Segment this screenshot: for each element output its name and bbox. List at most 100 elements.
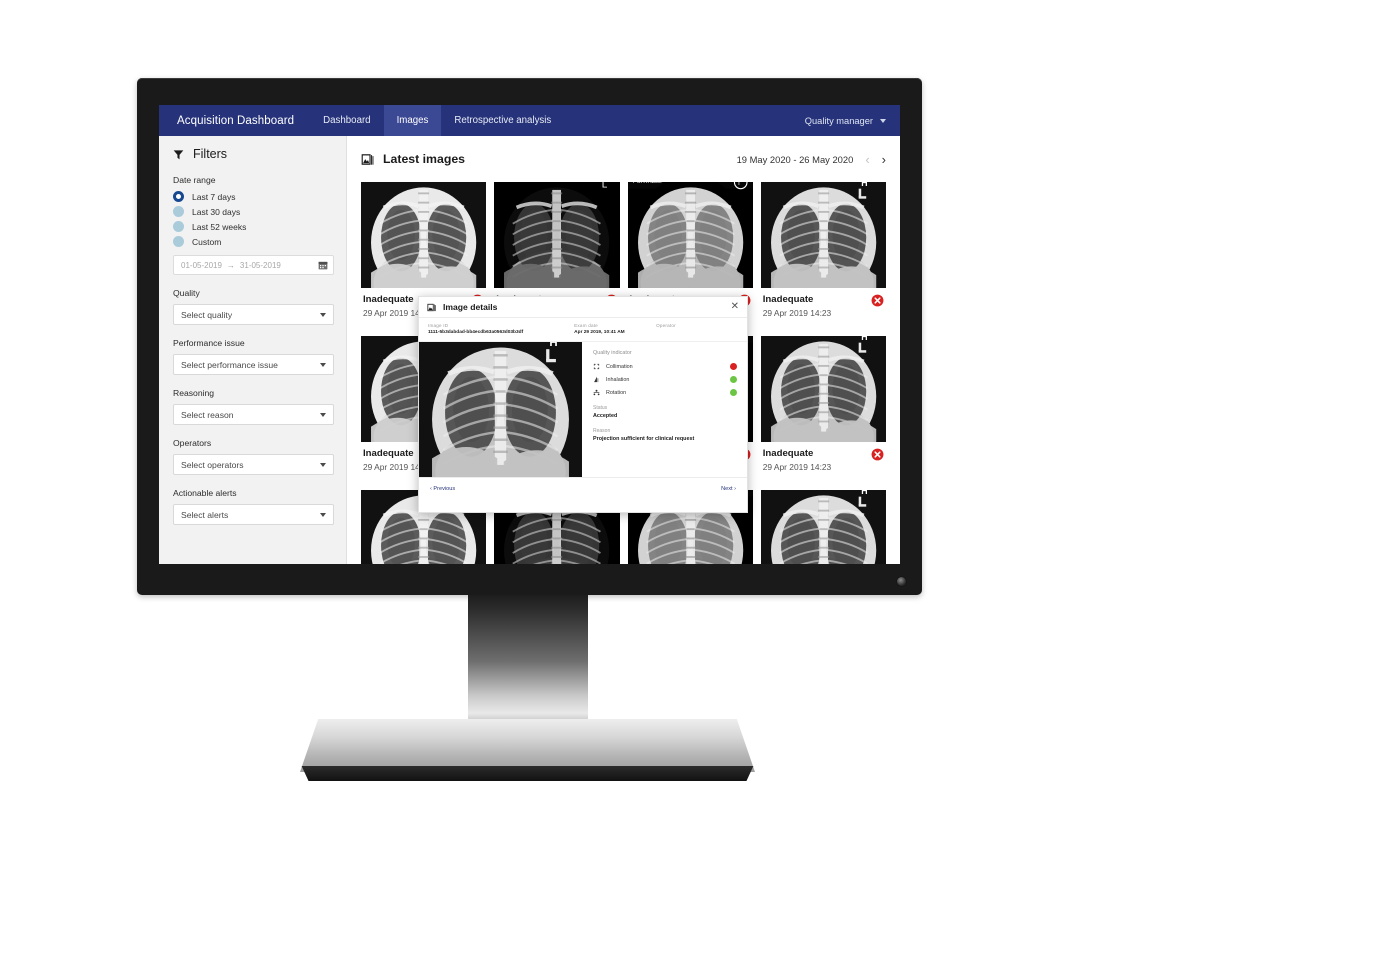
metadata-value: 1111-5b3dabdad-bb4ecdb63a0563d03b3df: [428, 330, 524, 335]
filters-header: Filters: [173, 147, 334, 161]
chevron-down-icon: [320, 512, 326, 517]
radio-indicator: [173, 191, 184, 202]
metadata-label: Operator: [656, 323, 676, 328]
image-card-caption: Inadequate 29 Apr 2019 14:23: [761, 442, 886, 482]
chevron-down-icon: [320, 412, 326, 417]
quality-indicator-rotation: Rotation: [593, 389, 737, 396]
date-range-input[interactable]: 01-05-2019 → 31-05-2019: [173, 255, 334, 275]
image-icon: [361, 153, 374, 165]
filters-title: Filters: [193, 147, 228, 161]
modal-reason-section: Reason Projection sufficient for clinica…: [593, 428, 737, 442]
next-image-button[interactable]: Next ›: [721, 486, 736, 492]
power-button-icon[interactable]: [897, 577, 906, 586]
radio-indicator: [173, 236, 184, 247]
reasoning-select[interactable]: Select reason: [173, 404, 334, 425]
inhalation-icon: [594, 376, 599, 383]
app-brand-title: Acquisition Dashboard: [177, 114, 295, 127]
close-icon[interactable]: ✕: [731, 302, 739, 312]
image-thumbnail[interactable]: H: [760, 336, 886, 442]
caption-text: Inadequate 29 Apr 2019 14:23: [763, 448, 831, 472]
calendar-icon[interactable]: [318, 260, 328, 270]
performance-issue-select[interactable]: Select performance issue: [173, 354, 334, 375]
previous-range-button[interactable]: ‹: [865, 153, 869, 166]
quality-indicator-label: Rotation: [606, 389, 627, 396]
quality-filter-label: Quality: [173, 288, 200, 298]
nav-tab-retrospective-analysis[interactable]: Retrospective analysis: [441, 105, 564, 136]
monitor-stand-neck: [468, 595, 588, 739]
date-range-label: Date range: [173, 175, 216, 185]
metadata-label: Exam date: [574, 323, 598, 328]
image-quality-status: Inadequate: [762, 294, 814, 305]
image-thumbnail[interactable]: H: [760, 490, 886, 564]
image-card-caption: Inadequate 29 Apr 2019 14:23: [761, 288, 886, 328]
image-timestamp: 29 Apr 2019 14:23: [762, 308, 832, 318]
date-range-nav: 19 May 2020 - 26 May 2020 ‹ ›: [737, 153, 886, 166]
quality-indicator-heading: Quality indicator: [593, 350, 632, 356]
radio-label: Last 30 days: [192, 206, 241, 217]
svg-text:i: i: [738, 182, 739, 187]
radio-last-52-weeks[interactable]: Last 52 weeks: [173, 221, 334, 232]
status-indicator-bad: [730, 363, 737, 370]
image-card[interactable]: H: [760, 490, 886, 564]
radio-custom[interactable]: Custom: [173, 236, 334, 247]
radio-indicator: [173, 206, 184, 217]
image-card[interactable]: H Inadequate 29 Apr 2019 14:23: [760, 182, 886, 328]
actionable-alerts-select[interactable]: Select alerts: [173, 504, 334, 525]
image-thumbnail[interactable]: PORTABLE i: [627, 182, 753, 288]
reason-label: Reason: [593, 428, 611, 434]
date-range-display: 19 May 2020 - 26 May 2020: [736, 153, 854, 165]
image-thumbnail[interactable]: [361, 182, 487, 288]
reasoning-filter-group: Reasoning Select reason: [173, 388, 334, 425]
svg-text:H: H: [861, 182, 867, 188]
svg-text:L: L: [602, 182, 608, 190]
image-thumbnail[interactable]: H: [760, 182, 886, 288]
metadata-operator: Operator: [656, 323, 722, 335]
svg-text:H: H: [861, 490, 867, 496]
actionable-alerts-filter-label: Actionable alerts: [173, 488, 237, 498]
screenshot-stage: Acquisition Dashboard Dashboard Images R…: [0, 0, 1400, 970]
quality-select[interactable]: Select quality: [173, 304, 334, 325]
reasoning-filter-label: Reasoning: [173, 388, 215, 398]
metadata-exam-date: Exam date Apr 29 2019, 10:41 AM: [574, 323, 640, 335]
monitor-stand-base: [300, 719, 755, 772]
content-header: Latest images 19 May 2020 - 26 May 2020 …: [361, 136, 886, 182]
actionable-alerts-select-value: Select alerts: [181, 509, 229, 520]
reasoning-select-value: Select reason: [181, 409, 234, 420]
status-label: Status: [593, 405, 608, 411]
radio-label: Last 7 days: [192, 191, 236, 202]
quality-filter-group: Quality Select quality: [173, 288, 334, 325]
quality-indicator-label: Collimation: [606, 363, 633, 370]
status-value: Accepted: [593, 413, 618, 419]
image-card[interactable]: H Inadequate 29 Apr 2019 14:23: [760, 336, 886, 482]
quality-indicator-collimation: Collimation: [593, 363, 737, 370]
svg-text:PORTABLE: PORTABLE: [633, 182, 662, 185]
user-role-menu[interactable]: Quality manager: [795, 105, 900, 136]
reason-value: Projection sufficient for clinical reque…: [593, 436, 695, 442]
radio-label: Custom: [192, 236, 222, 247]
radio-last-30-days[interactable]: Last 30 days: [173, 206, 334, 217]
image-thumbnail[interactable]: L: [494, 182, 620, 288]
quality-select-value: Select quality: [181, 309, 233, 320]
metadata-label: Image ID: [428, 323, 449, 328]
modal-details-panel: Quality indicator Collimation Inhalation…: [582, 342, 747, 477]
quality-indicator-label: Inhalation: [606, 376, 630, 383]
modal-footer: ‹ Previous Next ›: [419, 477, 747, 499]
chevron-down-icon: [320, 312, 326, 317]
image-icon: [427, 303, 436, 311]
nav-tab-dashboard[interactable]: Dashboard: [310, 105, 383, 136]
radio-last-7-days[interactable]: Last 7 days: [173, 191, 334, 202]
operators-select[interactable]: Select operators: [173, 454, 334, 475]
nav-tab-images[interactable]: Images: [383, 105, 442, 136]
date-from-value[interactable]: 01-05-2019: [181, 261, 222, 270]
next-range-button[interactable]: ›: [882, 153, 886, 166]
modal-xray-image[interactable]: H: [419, 342, 582, 477]
modal-body: H Quality indicator Collimation Inhalati…: [419, 342, 747, 477]
collimation-icon: [593, 363, 600, 370]
operators-select-value: Select operators: [181, 459, 244, 470]
quality-indicator-inhalation: Inhalation: [593, 376, 737, 383]
modal-title: Image details: [443, 302, 498, 312]
date-to-value[interactable]: 31-05-2019: [240, 261, 281, 270]
error-badge-icon[interactable]: [871, 448, 884, 461]
previous-image-button[interactable]: ‹ Previous: [430, 486, 455, 492]
error-badge-icon[interactable]: [871, 294, 884, 307]
